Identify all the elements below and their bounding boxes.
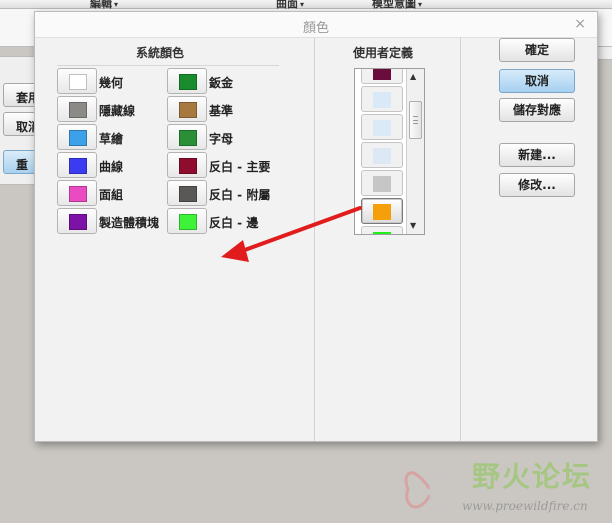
scrollbar-thumb[interactable] (409, 101, 422, 139)
color-swatch-button[interactable] (167, 208, 207, 234)
color-swatch-button[interactable] (57, 96, 97, 122)
color-swatch (69, 214, 87, 230)
system-color-label: 面組 (99, 188, 124, 202)
color-swatch (69, 74, 87, 90)
user-defined-panel: 使用者定義 ▲ ▼ (316, 38, 461, 441)
user-color-list[interactable]: ▲ ▼ (354, 68, 425, 235)
system-color-label: 製造體積塊 (99, 216, 160, 230)
system-colors-panel: 系統顏色 幾何 鈑金隱藏線 基準草繪 字母曲線 反白 - 主要面組 反白 - 附屬製造體積… (39, 38, 315, 441)
system-color-label: 反白 - 邊 (209, 216, 259, 230)
color-swatch-button[interactable] (167, 180, 207, 206)
user-defined-title: 使用者定義 (353, 46, 414, 60)
user-color-item[interactable] (361, 114, 403, 140)
color-swatch (373, 176, 391, 192)
color-swatch-button[interactable] (57, 180, 97, 206)
color-swatch (373, 232, 391, 234)
color-swatch (179, 214, 197, 230)
scroll-down-icon[interactable]: ▼ (410, 221, 416, 230)
watermark: 野火论坛 www.proewildfire.cn (400, 455, 612, 523)
dialog-title: 顏色 (302, 21, 329, 36)
watermark-url: www.proewildfire.cn (462, 499, 588, 513)
color-swatch (69, 158, 87, 174)
color-swatch-button[interactable] (57, 68, 97, 94)
color-dialog: 顏色 × 系統顏色 幾何 鈑金隱藏線 基準草繪 字母曲線 反白 - 主要面組 反白 - 附… (34, 11, 598, 442)
color-swatch (69, 102, 87, 118)
color-swatch (179, 74, 197, 90)
user-color-item[interactable] (361, 226, 403, 234)
color-swatch (179, 102, 197, 118)
system-color-label: 曲線 (99, 160, 124, 174)
divider (57, 65, 279, 66)
user-list-scrollbar[interactable]: ▲ ▼ (406, 69, 424, 234)
user-color-item[interactable] (361, 86, 403, 112)
color-swatch (69, 130, 87, 146)
color-swatch (373, 69, 391, 80)
color-swatch (373, 120, 391, 136)
color-swatch-button[interactable] (167, 96, 207, 122)
system-color-label: 反白 - 主要 (209, 160, 271, 174)
grip-icon (413, 116, 418, 124)
butterfly-logo-icon (404, 471, 456, 509)
user-color-item[interactable] (361, 170, 403, 196)
new-button[interactable]: 新建... (499, 143, 575, 167)
close-icon[interactable]: × (574, 16, 586, 32)
color-swatch-button[interactable] (57, 152, 97, 178)
color-swatch-button[interactable] (167, 152, 207, 178)
ok-button[interactable]: 確定 (499, 38, 575, 62)
system-colors-title: 系統顏色 (136, 46, 185, 60)
color-swatch-button[interactable] (167, 68, 207, 94)
system-color-label: 鈑金 (209, 76, 234, 90)
color-swatch-button[interactable] (167, 124, 207, 150)
system-color-label: 幾何 (99, 76, 124, 90)
user-color-item[interactable] (361, 69, 403, 84)
system-color-label: 草繪 (99, 132, 124, 146)
save-mapping-button[interactable]: 儲存對應 (499, 98, 575, 122)
color-swatch-button[interactable] (57, 124, 97, 150)
color-swatch-button[interactable] (57, 208, 97, 234)
modify-button[interactable]: 修改... (499, 173, 575, 197)
dialog-titlebar[interactable]: 顏色 × (35, 12, 597, 38)
color-swatch (179, 130, 197, 146)
color-swatch (373, 148, 391, 164)
scroll-up-icon[interactable]: ▲ (410, 72, 416, 81)
color-swatch (69, 186, 87, 202)
color-swatch (179, 158, 197, 174)
watermark-title: 野火论坛 (472, 460, 593, 493)
user-color-item[interactable] (361, 142, 403, 168)
system-color-label: 基準 (209, 104, 234, 118)
system-color-label: 反白 - 附屬 (209, 188, 271, 202)
color-swatch (373, 92, 391, 108)
background-menu-bar: 編輯 ▾ 曲面 ▾ 模型意圖 ▾ (0, 0, 612, 10)
color-swatch (179, 186, 197, 202)
user-color-item[interactable] (361, 198, 403, 224)
system-color-label: 隱藏線 (99, 104, 136, 118)
system-color-label: 字母 (209, 132, 234, 146)
cancel-button[interactable]: 取消 (499, 69, 575, 93)
color-swatch (373, 204, 391, 220)
